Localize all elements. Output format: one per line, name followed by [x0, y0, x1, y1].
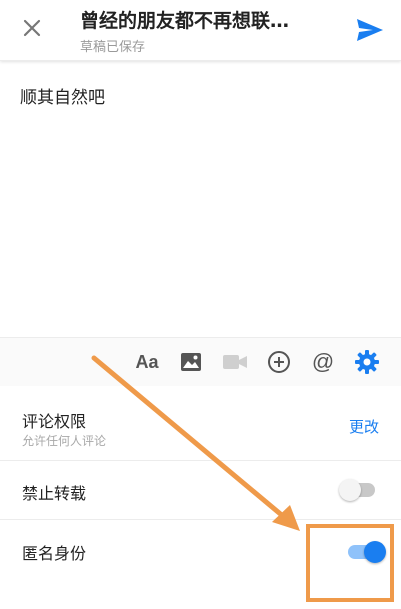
annotation-highlight-box: [306, 524, 394, 602]
at-icon: @: [311, 349, 335, 374]
no-repost-toggle[interactable]: [339, 478, 379, 501]
text-format-icon: Aa: [135, 351, 159, 372]
close-button[interactable]: [18, 14, 46, 42]
image-button[interactable]: [177, 348, 205, 376]
editor-toolbar: Aa @: [0, 337, 401, 387]
send-button[interactable]: [355, 16, 385, 44]
video-icon: [223, 355, 247, 369]
send-icon: [357, 19, 383, 41]
toggle-knob: [339, 479, 361, 501]
close-icon: [23, 19, 41, 37]
comment-permission-row[interactable]: 评论权限 允许任何人评论 更改: [0, 386, 401, 461]
post-content[interactable]: 顺其自然吧: [20, 83, 105, 108]
comment-permission-title: 评论权限: [22, 412, 87, 431]
draft-status: 草稿已保存: [80, 40, 146, 55]
mention-button[interactable]: @: [309, 348, 337, 376]
text-format-button[interactable]: Aa: [133, 348, 161, 376]
change-permission-button[interactable]: 更改: [349, 416, 379, 437]
add-circle-icon: [268, 351, 290, 373]
settings-button[interactable]: [353, 348, 381, 376]
comment-permission-subtitle: 允许任何人评论: [22, 434, 107, 448]
draft-title[interactable]: 曾经的朋友都不再想联…: [80, 6, 340, 33]
settings-icon: [355, 350, 379, 374]
no-repost-row[interactable]: 禁止转载: [0, 461, 401, 520]
add-button[interactable]: [265, 348, 293, 376]
image-icon: [181, 353, 201, 371]
anonymous-title: 匿名身份: [22, 544, 87, 563]
video-button[interactable]: [221, 348, 249, 376]
top-bar: 曾经的朋友都不再想联… 草稿已保存: [0, 0, 401, 61]
no-repost-title: 禁止转载: [22, 484, 87, 503]
